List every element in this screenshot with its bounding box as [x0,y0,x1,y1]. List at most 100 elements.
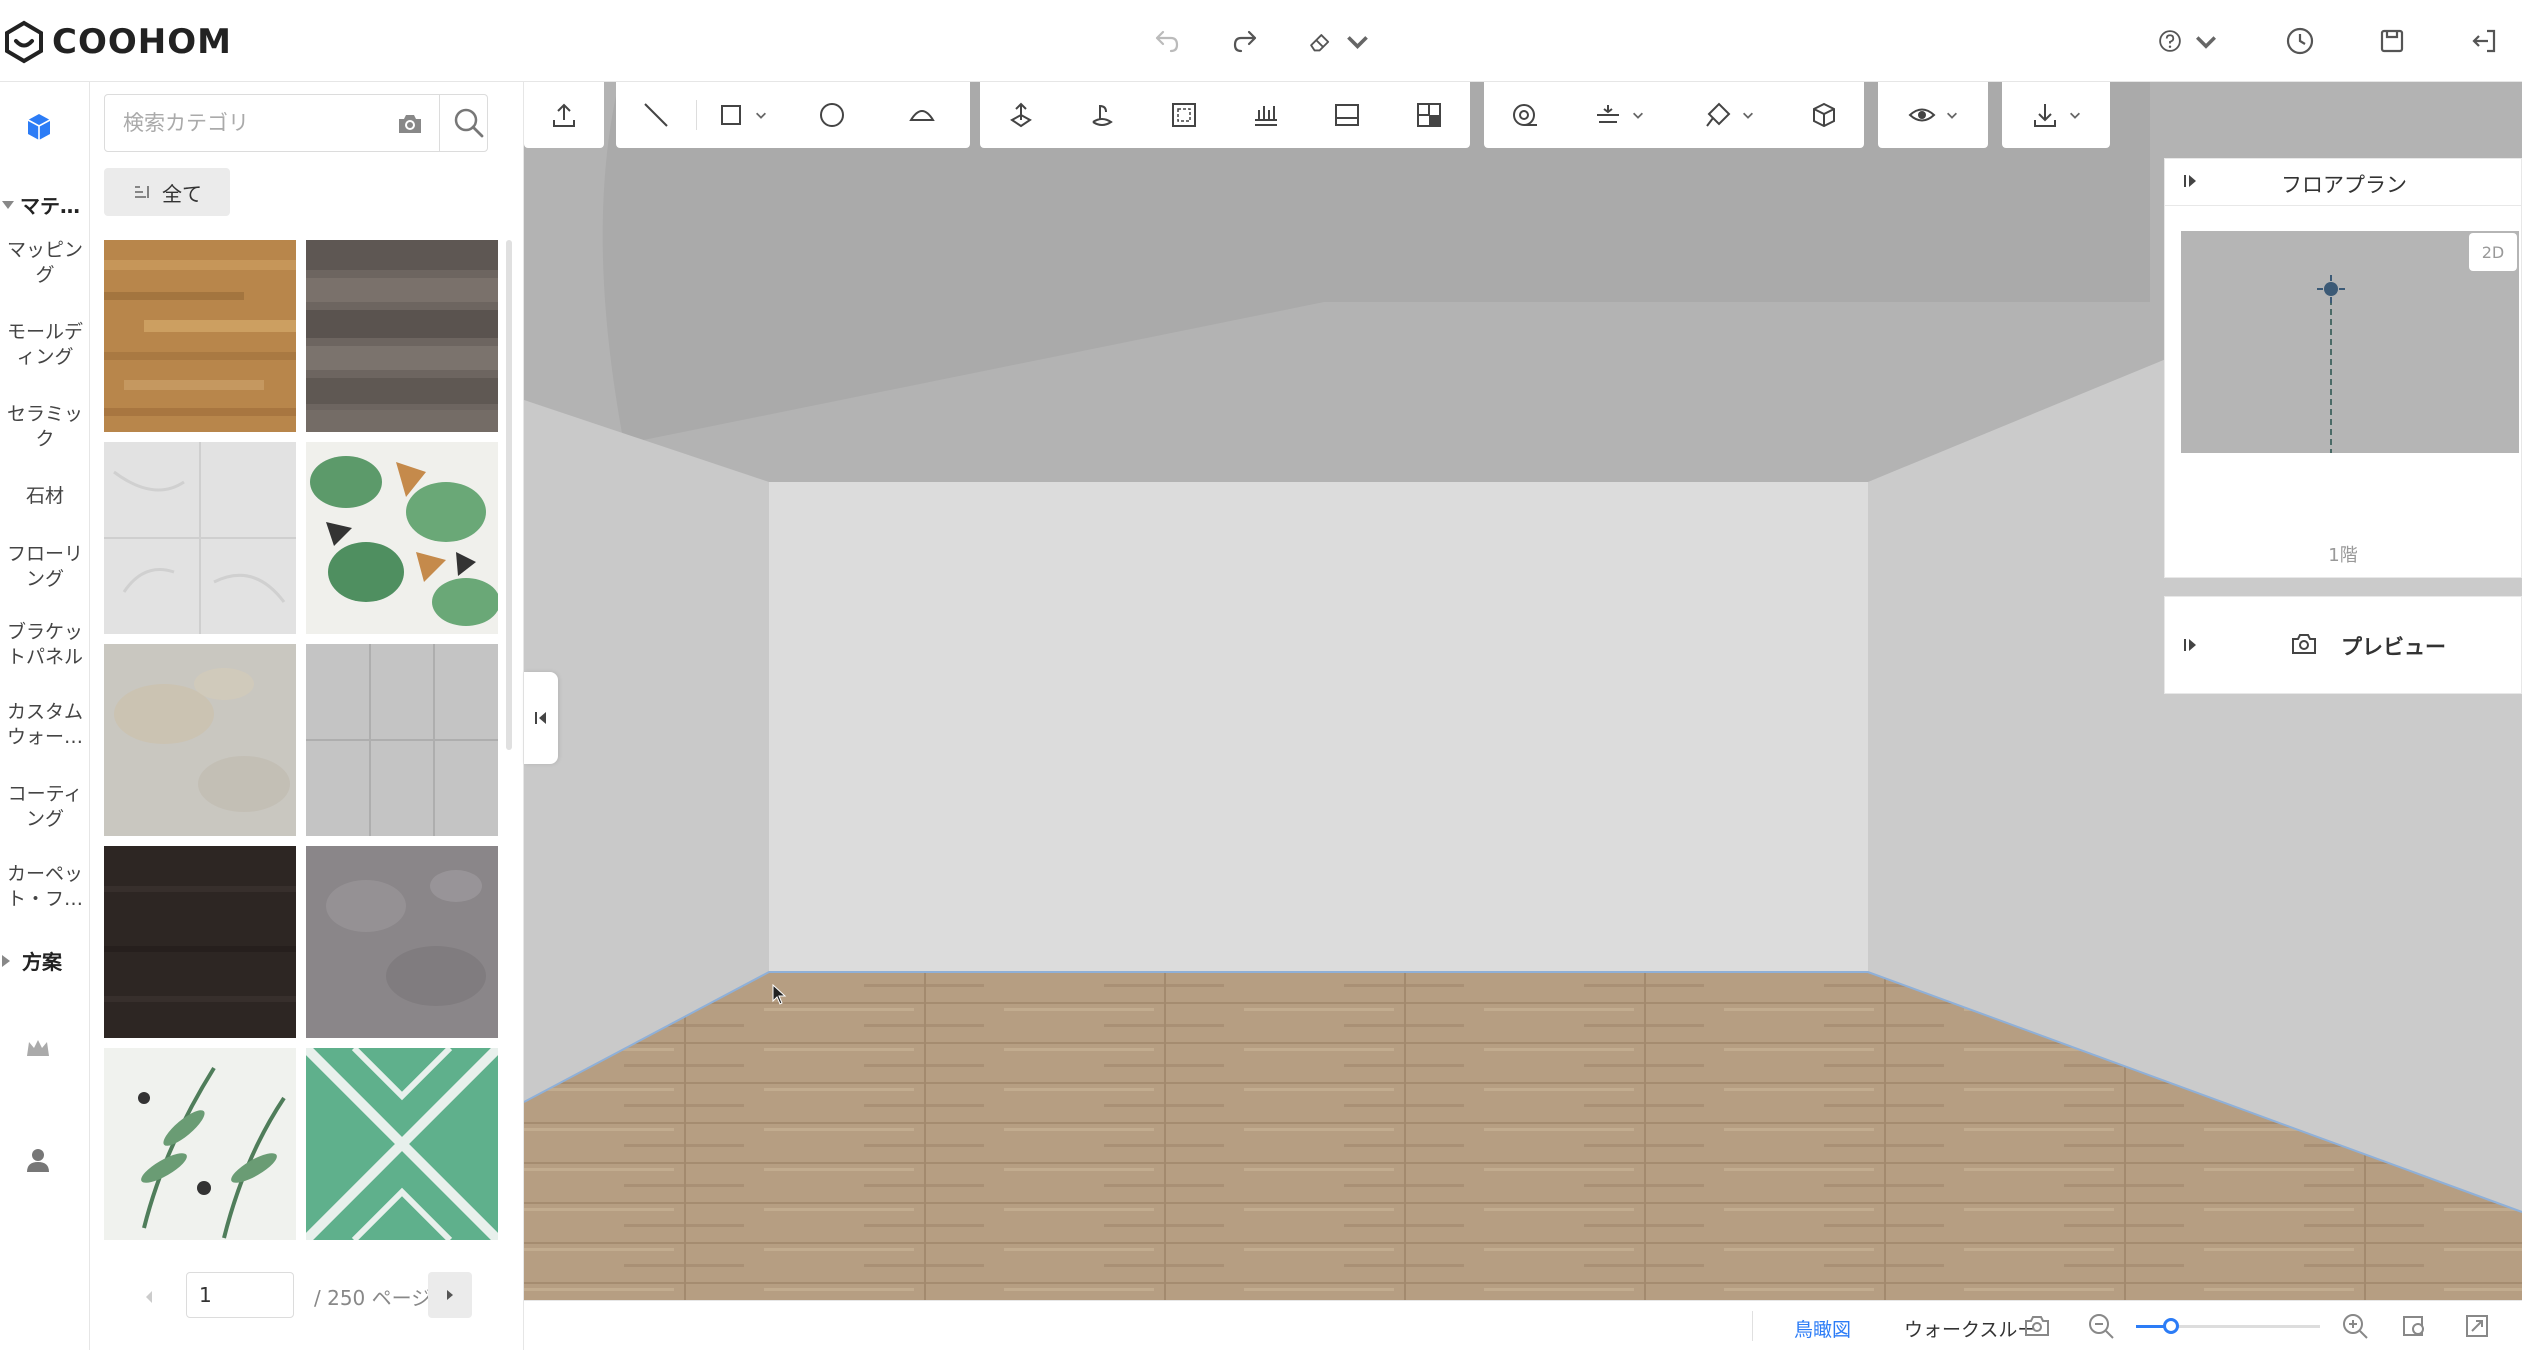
align-icon [1597,105,1619,123]
top-bar: COOHOM [0,0,2522,82]
zoom-fit-icon[interactable] [2400,1311,2430,1341]
align-tool[interactable] [1574,82,1664,148]
search-icon[interactable] [451,105,487,141]
filter-all-button[interactable]: 全て [104,168,230,216]
circle-tool[interactable] [787,82,877,148]
save-icon [2380,29,2404,53]
download-icon [2034,104,2056,127]
material-tile-wood-dark-grey[interactable] [306,240,498,432]
plans-section-label: 方案 [22,950,62,974]
zoom-out-icon[interactable] [2086,1311,2116,1341]
redo-icon [1233,30,1257,53]
materials-section-header[interactable]: マテ… [0,190,90,219]
preview-title[interactable]: プレビュー [2341,631,2446,661]
page-number-input[interactable] [186,1272,294,1318]
floorplan-panel: フロアプラン 2D 1階 [2164,158,2522,578]
camera-search-icon[interactable] [395,109,425,139]
view-2d-toggle[interactable]: 2D [2469,233,2517,271]
material-tile-tropical-leaves[interactable] [306,442,498,634]
help-button[interactable] [2156,20,2220,62]
material-tile-fern-leaves[interactable] [104,1048,296,1240]
rectangle-icon [721,105,741,125]
zoom-slider[interactable] [2136,1318,2320,1334]
plans-section-header[interactable]: 方案 [0,946,90,975]
extrude-tool[interactable] [991,82,1051,148]
material-tile-grey-tile[interactable] [306,644,498,836]
account-button[interactable] [22,1144,54,1176]
toolgroup-file [524,82,604,148]
paint-tool[interactable] [1684,82,1774,148]
box-tool[interactable] [1794,82,1854,148]
save-button[interactable] [2374,20,2410,62]
rail-item-stone[interactable]: 石材 [0,484,90,509]
arc-icon [909,110,935,121]
line-tool[interactable] [616,82,696,148]
panel-tool[interactable] [1317,82,1377,148]
collapse-panel-tab[interactable] [524,672,558,764]
back-wall [769,482,1868,972]
premium-button[interactable] [22,1032,54,1064]
material-tile-stone-beige[interactable] [104,644,296,836]
crown-icon [27,1040,49,1056]
rail-item-mapping[interactable]: マッピング [0,238,90,288]
walkthrough-tab[interactable]: ウォークスルー [1904,1315,2036,1342]
fullscreen-icon[interactable] [2462,1311,2492,1341]
camera-icon [2292,634,2316,654]
zoom-in-icon[interactable] [2340,1311,2370,1341]
material-tile-dark-wood[interactable] [104,846,296,1038]
toolgroup-view [1878,82,1988,148]
app-window: COOHOM マテ… マッピング モールディング セラミック 石材 フローリング… [0,0,2522,1350]
mouse-cursor-icon [772,984,787,1005]
push-pull-tool[interactable] [1072,82,1132,148]
materials-section-label: マテ… [20,194,80,218]
screenshot-icon[interactable] [2022,1311,2052,1341]
material-tile-green-geometric[interactable] [306,1048,498,1240]
floor-label[interactable]: 1階 [2165,541,2521,567]
bottom-bar: 鳥瞰図 ウォークスルー [524,1300,2522,1350]
next-page-button[interactable] [428,1272,472,1318]
undo-button[interactable] [1148,20,1184,62]
search-input[interactable] [105,95,385,151]
level-tool[interactable] [1236,82,1296,148]
extrude-icon [1009,102,1032,128]
rail-item-molding[interactable]: モールディング [0,320,90,370]
collapse-right-icon[interactable] [2181,635,2201,655]
undo-icon [1155,30,1179,53]
rail-item-bracket-panel[interactable]: ブラケットパネル [0,620,90,670]
eraser-icon [1310,34,1330,52]
upload-tool[interactable] [531,82,597,148]
rail-item-carpet[interactable]: カーペット・フ… [0,862,90,912]
visibility-tool[interactable] [1883,82,1983,148]
redo-button[interactable] [1228,20,1264,62]
eraser-button[interactable] [1306,20,1372,62]
rail-item-custom-wall[interactable]: カスタムウォー… [0,700,90,750]
rail-item-flooring[interactable]: フローリング [0,542,90,592]
frame-select-tool[interactable] [1154,82,1214,148]
material-tile-marble-white[interactable] [104,442,296,634]
history-icon [2286,27,2314,55]
arc-tool[interactable] [877,82,967,148]
catalog-nav-button[interactable] [20,108,58,146]
exit-button[interactable] [2466,20,2502,62]
aerial-view-tab[interactable]: 鳥瞰図 [1794,1315,1851,1342]
material-tile-wood-amber[interactable] [104,240,296,432]
floorplan-title: フロアプラン [2281,173,2407,197]
caret-right-icon [2,954,10,967]
catalog-scrollbar[interactable] [506,240,512,750]
coohom-logo[interactable]: COOHOM [2,20,232,64]
rail-item-coating[interactable]: コーティング [0,782,90,832]
toolgroup-export [2002,82,2110,148]
material-tile-grey-concrete[interactable] [306,846,498,1038]
tape-measure-icon [1513,104,1537,126]
collapse-right-icon[interactable] [2181,171,2201,191]
download-tool[interactable] [2006,82,2106,148]
zoom-slider-handle[interactable] [2162,1318,2179,1334]
history-button[interactable] [2282,20,2318,62]
pagination: / 250 ページ [90,1272,524,1332]
tape-measure-tool[interactable] [1494,82,1554,148]
preview-panel: プレビュー [2164,596,2522,694]
prev-page-icon[interactable] [134,1282,164,1312]
rail-item-ceramic[interactable]: セラミック [0,402,90,452]
quad-tool[interactable] [1399,82,1459,148]
rectangle-tool[interactable] [697,82,787,148]
